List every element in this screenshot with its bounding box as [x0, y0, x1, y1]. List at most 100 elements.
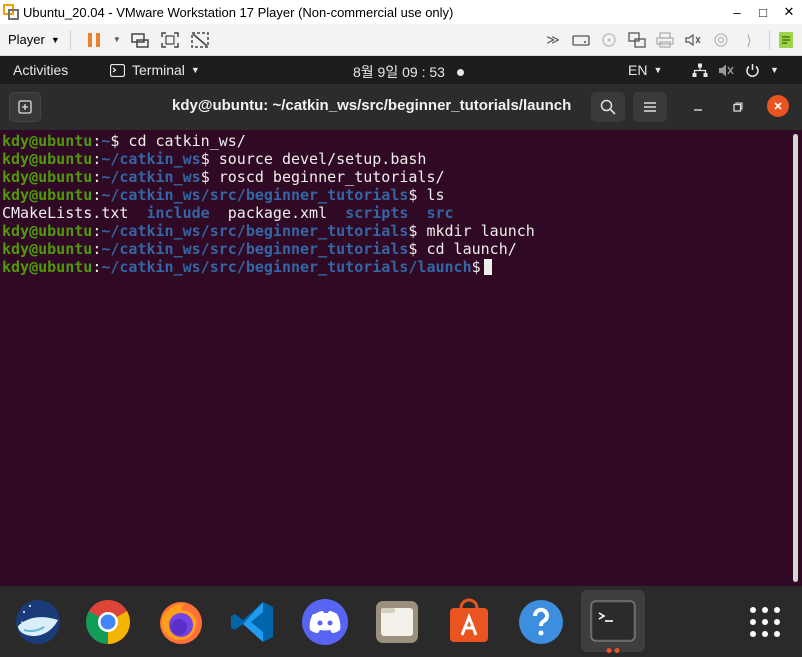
cd-drive-icon[interactable] — [597, 28, 621, 52]
message-log-icon[interactable] — [774, 28, 798, 52]
prompt-separator: : — [92, 168, 102, 186]
terminal-line: kdy@ubuntu:~$ cd catkin_ws/ — [2, 132, 535, 150]
system-menu[interactable]: ▼ — [692, 60, 789, 80]
files-icon — [376, 601, 418, 643]
terminal-window-title: kdy@ubuntu: ~/catkin_ws/src/beginner_tut… — [172, 97, 572, 114]
terminal-line: kdy@ubuntu:~/catkin_ws$ roscd beginner_t… — [2, 168, 535, 186]
ubuntu-top-bar: Activities Terminal ▼ 8월 9일 09 : 53 EN ▼… — [0, 56, 802, 84]
chevron-down-icon: ▼ — [770, 65, 779, 75]
terminal-maximize-button[interactable] — [727, 96, 749, 118]
dock-show-applications[interactable] — [737, 594, 793, 650]
pause-dropdown-icon[interactable]: ▼ — [111, 28, 123, 52]
minimize-button[interactable]: – — [724, 0, 750, 24]
command-text: $ cd catkin_ws/ — [110, 132, 246, 150]
pause-icon[interactable] — [81, 28, 107, 52]
fullscreen-icon[interactable] — [157, 28, 183, 52]
firefox-icon — [160, 602, 202, 644]
power-icon — [745, 63, 760, 78]
chevron-down-icon: ▼ — [50, 34, 60, 45]
prompt-separator: : — [92, 222, 102, 240]
search-button[interactable] — [591, 92, 625, 122]
toolbar-divider — [69, 29, 71, 50]
minimize-icon — [694, 109, 702, 111]
restore-icon — [733, 102, 743, 112]
clock-text: 8월 9일 09 : 53 — [353, 64, 445, 80]
terminal-line: kdy@ubuntu:~/catkin_ws/src/beginner_tuto… — [2, 240, 535, 258]
terminal-text: kdy@ubuntu:~$ cd catkin_ws/kdy@ubuntu:~/… — [2, 132, 535, 276]
search-icon — [600, 99, 616, 115]
prompt-separator: : — [92, 186, 102, 204]
prompt-path: ~/catkin_ws/src/beginner_tutorials — [101, 240, 409, 258]
terminal-line: CMakeLists.txt include package.xml scrip… — [2, 204, 535, 222]
fast-forward-icon[interactable]: ≫ — [541, 28, 565, 52]
camera-icon[interactable] — [709, 28, 733, 52]
network-adapter-icon[interactable] — [625, 28, 649, 52]
dock-wireshark[interactable] — [10, 594, 66, 650]
terminal-close-button[interactable] — [767, 95, 789, 117]
hamburger-menu-button[interactable] — [633, 92, 667, 122]
dock-software[interactable] — [441, 594, 497, 650]
unity-mode-icon[interactable] — [187, 28, 213, 52]
discord-icon — [302, 599, 348, 645]
maximize-button[interactable]: □ — [750, 0, 776, 24]
toolbar-divider — [769, 30, 770, 50]
command-text: $ cd launch/ — [408, 240, 517, 258]
text-cursor — [483, 259, 492, 275]
terminal-line: kdy@ubuntu:~/catkin_ws$ source devel/set… — [2, 150, 535, 168]
prompt-user: kdy@ubuntu — [2, 258, 93, 276]
hard-disk-icon[interactable] — [569, 28, 593, 52]
dock-help[interactable] — [513, 594, 569, 650]
activities-button[interactable]: Activities — [13, 62, 68, 78]
notification-dot-icon — [456, 68, 464, 76]
software-icon — [450, 598, 488, 642]
prompt-separator: : — [92, 240, 102, 258]
terminal-icon — [590, 600, 636, 642]
terminal-line: kdy@ubuntu:~/catkin_ws/src/beginner_tuto… — [2, 222, 535, 240]
terminal-small-icon — [110, 63, 125, 77]
prompt-user: kdy@ubuntu — [2, 186, 93, 204]
clock[interactable]: 8월 9일 09 : 53 — [353, 62, 464, 82]
dock-terminal[interactable] — [581, 590, 645, 653]
command-text: $ — [471, 258, 481, 276]
command-text: $ ls — [408, 186, 445, 204]
input-language-label: EN — [628, 62, 648, 78]
input-language-menu[interactable]: EN ▼ — [628, 62, 662, 78]
dock-discord[interactable] — [297, 594, 353, 650]
chevron-down-icon: ▼ — [190, 65, 200, 75]
vmware-title-bar: Ubuntu_20.04 - VMware Workstation 17 Pla… — [0, 0, 802, 24]
dock-vscode[interactable] — [225, 594, 281, 650]
running-indicator — [606, 648, 620, 653]
prompt-user: kdy@ubuntu — [2, 222, 93, 240]
ls-directory: scripts — [345, 204, 409, 222]
terminal-line: kdy@ubuntu:~/catkin_ws/src/beginner_tuto… — [2, 186, 535, 204]
prompt-separator: : — [92, 258, 102, 276]
ls-directory: include — [146, 204, 210, 222]
app-menu[interactable]: Terminal ▼ — [110, 62, 200, 78]
terminal-output[interactable]: kdy@ubuntu:~$ cd catkin_ws/kdy@ubuntu:~/… — [0, 130, 802, 586]
ls-directory: src — [426, 204, 454, 222]
prompt-user: kdy@ubuntu — [2, 240, 93, 258]
dock-chrome[interactable] — [80, 594, 136, 650]
prompt-path: ~/catkin_ws — [101, 150, 201, 168]
close-button[interactable]: ✕ — [776, 0, 802, 24]
dock-files[interactable] — [369, 594, 425, 650]
player-menu[interactable]: Player ▼ — [8, 32, 60, 47]
chrome-icon — [86, 600, 130, 644]
terminal-minimize-button[interactable] — [687, 96, 709, 118]
chevron-down-icon: ▼ — [653, 65, 663, 75]
terminal-scrollbar[interactable] — [793, 134, 798, 582]
menu-icon — [644, 102, 656, 112]
prompt-user: kdy@ubuntu — [2, 168, 93, 186]
printer-icon[interactable] — [653, 28, 677, 52]
terminal-header-bar: kdy@ubuntu: ~/catkin_ws/src/beginner_tut… — [0, 84, 802, 130]
usb-device-icon[interactable]: ⟩ — [737, 28, 761, 52]
command-text: $ roscd beginner_tutorials/ — [200, 168, 445, 186]
sound-card-icon[interactable] — [681, 28, 705, 52]
ls-file: package.xml — [227, 204, 328, 222]
prompt-path: ~/catkin_ws/src/beginner_tutorials/launc… — [101, 258, 472, 276]
prompt-path: ~/catkin_ws — [101, 168, 201, 186]
send-ctrl-alt-del-icon[interactable] — [127, 28, 153, 52]
help-icon — [519, 600, 563, 644]
new-tab-button[interactable] — [9, 92, 41, 122]
dock-firefox[interactable] — [153, 594, 209, 650]
